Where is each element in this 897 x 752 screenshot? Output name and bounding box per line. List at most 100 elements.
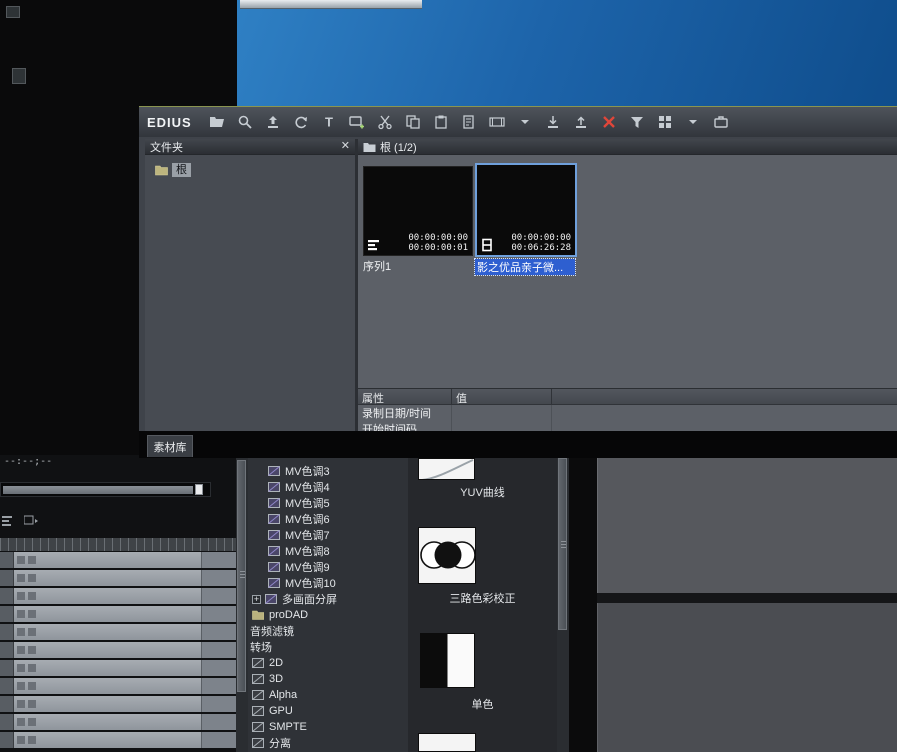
effect-thumbnail[interactable] bbox=[418, 733, 476, 752]
track-header-row[interactable] bbox=[0, 696, 236, 712]
track-select-button[interactable] bbox=[0, 606, 14, 622]
effects-thumbnails-scrollbar[interactable] bbox=[557, 458, 569, 752]
copy-icon[interactable] bbox=[404, 113, 422, 131]
effects-tree-item[interactable]: 2D bbox=[248, 655, 408, 671]
property-column-header[interactable]: 属性 bbox=[358, 389, 452, 405]
track-header-bar[interactable] bbox=[14, 678, 201, 694]
dropdown-icon[interactable] bbox=[516, 113, 534, 131]
track-patch-button[interactable] bbox=[201, 642, 236, 658]
import-icon[interactable] bbox=[544, 113, 562, 131]
track-layers-icon[interactable] bbox=[2, 514, 16, 532]
track-toggle-button[interactable] bbox=[28, 628, 36, 636]
folder-tree-root[interactable]: 根 bbox=[155, 163, 191, 177]
track-toggle-button[interactable] bbox=[17, 610, 25, 618]
track-header-row[interactable] bbox=[0, 714, 236, 730]
track-toggle-button[interactable] bbox=[17, 700, 25, 708]
sequence-icon[interactable] bbox=[488, 113, 506, 131]
open-folder-icon[interactable] bbox=[208, 113, 226, 131]
track-toggle-button[interactable] bbox=[17, 556, 25, 564]
track-header-bar[interactable] bbox=[14, 570, 201, 586]
track-header-row[interactable] bbox=[0, 732, 236, 748]
track-header-bar[interactable] bbox=[14, 642, 201, 658]
track-header-bar[interactable] bbox=[14, 588, 201, 604]
track-header-bar[interactable] bbox=[14, 714, 201, 730]
track-select-button[interactable] bbox=[0, 696, 14, 712]
track-header-row[interactable] bbox=[0, 660, 236, 676]
track-patch-button[interactable] bbox=[201, 606, 236, 622]
clip-thumbnail[interactable]: 00:00:00:00 00:00:00:01 bbox=[363, 166, 473, 256]
expander-icon[interactable]: + bbox=[252, 594, 261, 604]
track-toggle-button[interactable] bbox=[28, 646, 36, 654]
effects-tree-scrollbar[interactable] bbox=[236, 458, 248, 752]
desktop-icon[interactable] bbox=[12, 68, 26, 84]
clip-item[interactable]: 00:00:00:00 00:06:26:28 影之优品亲子微... bbox=[474, 163, 577, 276]
effects-tree-item[interactable]: 分离 bbox=[248, 735, 408, 751]
track-header-bar[interactable] bbox=[14, 696, 201, 712]
track-select-button[interactable] bbox=[0, 678, 14, 694]
bin-case-icon[interactable] bbox=[712, 113, 730, 131]
property-row[interactable]: 录制日期/时间 bbox=[358, 405, 897, 421]
effects-tree-item[interactable]: Alpha bbox=[248, 687, 408, 703]
track-toggle-button[interactable] bbox=[17, 646, 25, 654]
track-header-bar[interactable] bbox=[14, 732, 201, 748]
slider-handle[interactable] bbox=[195, 484, 203, 495]
effects-tree-item[interactable]: GPU bbox=[248, 703, 408, 719]
effect-thumbnail[interactable] bbox=[418, 527, 476, 584]
timeline-ruler[interactable] bbox=[0, 538, 236, 551]
export-icon[interactable] bbox=[572, 113, 590, 131]
effects-tree-item[interactable]: MV色调3 bbox=[248, 463, 408, 479]
track-header-bar[interactable] bbox=[14, 552, 201, 568]
track-toggle-button[interactable] bbox=[17, 664, 25, 672]
track-toggle-button[interactable] bbox=[28, 610, 36, 618]
effects-tree-item[interactable]: MV色调7 bbox=[248, 527, 408, 543]
track-select-button[interactable] bbox=[0, 588, 14, 604]
effect-thumbnail[interactable] bbox=[418, 458, 475, 480]
scrollbar-thumb[interactable] bbox=[558, 458, 567, 630]
track-patch-button[interactable] bbox=[201, 624, 236, 640]
track-toggle-button[interactable] bbox=[17, 718, 25, 726]
track-toggle-button[interactable] bbox=[28, 736, 36, 744]
filter-icon[interactable] bbox=[628, 113, 646, 131]
effects-tree-item[interactable]: MV色调8 bbox=[248, 543, 408, 559]
track-patch-button[interactable] bbox=[201, 660, 236, 676]
effects-tree-item[interactable]: MV色调6 bbox=[248, 511, 408, 527]
track-toggle-button[interactable] bbox=[17, 592, 25, 600]
effects-tree-item[interactable]: 音频滤镜 bbox=[248, 623, 408, 639]
effect-preview-blank[interactable] bbox=[418, 733, 476, 752]
track-header-row[interactable] bbox=[0, 678, 236, 694]
track-patch-button[interactable] bbox=[201, 714, 236, 730]
search-icon[interactable] bbox=[236, 113, 254, 131]
track-select-button[interactable] bbox=[0, 624, 14, 640]
track-header-row[interactable] bbox=[0, 588, 236, 604]
panel-divider[interactable] bbox=[597, 593, 897, 603]
track-toggle-button[interactable] bbox=[28, 682, 36, 690]
track-select-button[interactable] bbox=[0, 552, 14, 568]
track-toggle-button[interactable] bbox=[28, 556, 36, 564]
clip-name[interactable]: 影之优品亲子微... bbox=[474, 258, 576, 276]
track-patch-button[interactable] bbox=[201, 552, 236, 568]
track-patch-button[interactable] bbox=[201, 732, 236, 748]
effects-tree-item[interactable]: MV色调10 bbox=[248, 575, 408, 591]
track-toggle-button[interactable] bbox=[28, 718, 36, 726]
effects-tree-item[interactable]: proDAD bbox=[248, 607, 408, 623]
refresh-icon[interactable] bbox=[292, 113, 310, 131]
effects-tree-item[interactable]: MV色调9 bbox=[248, 559, 408, 575]
cut-icon[interactable] bbox=[376, 113, 394, 131]
track-select-button[interactable] bbox=[0, 570, 14, 586]
track-toggle-button[interactable] bbox=[28, 592, 36, 600]
clip-item[interactable]: 00:00:00:00 00:00:00:01 序列1 bbox=[363, 166, 473, 274]
track-header-row[interactable] bbox=[0, 624, 236, 640]
track-select-button[interactable] bbox=[0, 642, 14, 658]
track-header-row[interactable] bbox=[0, 606, 236, 622]
track-patch-button[interactable] bbox=[201, 678, 236, 694]
clip-thumbnail[interactable]: 00:00:00:00 00:06:26:28 bbox=[475, 163, 577, 257]
effect-preview-mono[interactable] bbox=[420, 633, 475, 688]
effect-preview-circles[interactable] bbox=[418, 527, 476, 584]
track-select-button[interactable] bbox=[0, 660, 14, 676]
track-toggle-button[interactable] bbox=[17, 628, 25, 636]
scrollbar-thumb[interactable] bbox=[237, 460, 246, 692]
track-patch-button[interactable] bbox=[201, 570, 236, 586]
desktop-icon[interactable] bbox=[6, 6, 20, 18]
view-grid-icon[interactable] bbox=[656, 113, 674, 131]
track-toggle-button[interactable] bbox=[28, 700, 36, 708]
